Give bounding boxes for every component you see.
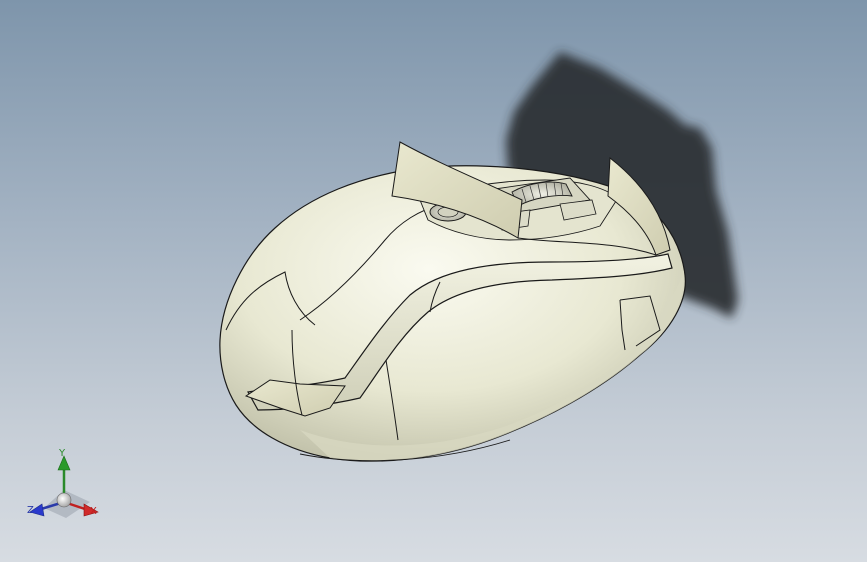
cad-graphics-viewport[interactable]: Y Z X (0, 0, 867, 562)
triad-y-label: Y (59, 448, 66, 459)
triad-x-label: X (90, 506, 97, 517)
triad-z-label: Z (27, 505, 34, 516)
view-orientation-triad: Y Z X (22, 446, 108, 526)
mouse-model-scene[interactable] (0, 0, 867, 562)
